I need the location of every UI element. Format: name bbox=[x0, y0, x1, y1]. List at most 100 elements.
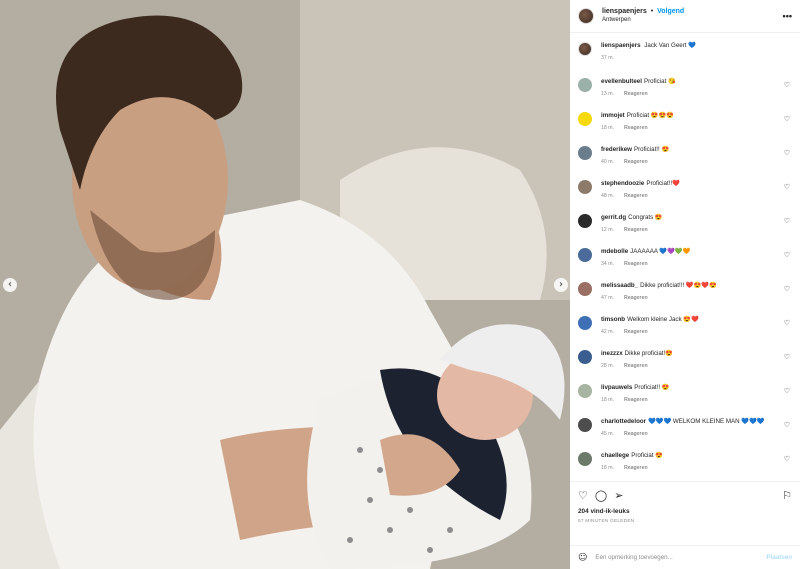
comment-like-heart-icon[interactable]: ♡ bbox=[784, 387, 790, 395]
commenter-avatar[interactable] bbox=[578, 452, 592, 466]
post-caption: lienspaenjers Jack Van Geert 💙 37 m. bbox=[578, 41, 792, 77]
commenter-username[interactable]: immojet bbox=[601, 112, 625, 119]
commenter-avatar[interactable] bbox=[578, 418, 592, 432]
commenter-avatar[interactable] bbox=[578, 214, 592, 228]
comment-text: Proficiat 😍 bbox=[631, 452, 663, 459]
previous-post-button[interactable]: ‹ bbox=[3, 278, 17, 292]
next-post-button[interactable]: › bbox=[554, 278, 568, 292]
likes-count[interactable]: 204 vind-ik-leuks bbox=[578, 508, 792, 515]
commenter-avatar[interactable] bbox=[578, 180, 592, 194]
comment-text: 💙💙💙 WELKOM KLEINE MAN 💙💙💙 bbox=[648, 418, 765, 425]
comment-item: timsonb Welkom kleine Jack 😍❤️ 42 m. Reager… bbox=[578, 315, 792, 349]
commenter-username[interactable]: timsonb bbox=[601, 316, 625, 323]
reply-button[interactable]: Reageren bbox=[624, 329, 648, 335]
comment-input[interactable] bbox=[595, 554, 767, 561]
comment-item: stephendoozie Proficiat!!❤️ 48 m. Reageren ♡ bbox=[578, 179, 792, 213]
reply-button[interactable]: Reageren bbox=[624, 193, 648, 199]
comment-like-heart-icon[interactable]: ♡ bbox=[784, 149, 790, 157]
commenter-avatar[interactable] bbox=[578, 248, 592, 262]
comment-item: livpauwels Proficiat!! 😍 18 m. Reageren ♡ bbox=[578, 383, 792, 417]
heart-icon[interactable]: ♡ bbox=[578, 489, 588, 502]
comment-text: Proficiat!! 😍 bbox=[634, 384, 670, 391]
post-side-panel: lienspaenjers • Volgend Antwerpen ••• li… bbox=[570, 0, 800, 569]
post-actions: ♡ ◯ ➢ ⚐ 204 vind-ik-leuks 57 MINUTEN GEL… bbox=[570, 481, 800, 545]
commenter-username[interactable]: evellenbulteel bbox=[601, 78, 642, 85]
post-time[interactable]: 57 MINUTEN GELEDEN bbox=[578, 519, 792, 524]
comment-text: Proficiat 😍😍😍 bbox=[626, 112, 674, 119]
reply-button[interactable]: Reageren bbox=[624, 261, 648, 267]
comment-time: 40 m. bbox=[601, 159, 614, 165]
post-location[interactable]: Antwerpen bbox=[602, 16, 783, 25]
comment-like-heart-icon[interactable]: ♡ bbox=[784, 217, 790, 225]
caption-text: Jack Van Geert 💙 bbox=[644, 42, 696, 49]
comment-text: Proficiat!! 😍 bbox=[633, 146, 670, 153]
comment-item: frederikew Proficiat!! 😍 40 m. Reageren ♡ bbox=[578, 145, 792, 179]
emoji-icon[interactable]: ☺ bbox=[578, 553, 587, 563]
commenter-username[interactable]: livpauwels bbox=[601, 384, 632, 391]
comment-like-heart-icon[interactable]: ♡ bbox=[784, 353, 790, 361]
add-comment-bar: ☺ Plaatsen bbox=[570, 545, 800, 569]
comment-time: 18 m. bbox=[601, 465, 614, 471]
commenter-avatar[interactable] bbox=[578, 78, 592, 92]
following-button[interactable]: Volgend bbox=[657, 8, 684, 15]
reply-button[interactable]: Reageren bbox=[624, 465, 648, 471]
commenter-avatar[interactable] bbox=[578, 384, 592, 398]
comment-text: Dikke proficiat!!! ❤️😍❤️😍 bbox=[640, 282, 717, 289]
comment-like-heart-icon[interactable]: ♡ bbox=[784, 285, 790, 293]
commenter-username[interactable]: stephendoozie bbox=[601, 180, 644, 187]
comment-like-heart-icon[interactable]: ♡ bbox=[784, 115, 790, 123]
reply-button[interactable]: Reageren bbox=[624, 295, 648, 301]
reply-button[interactable]: Reageren bbox=[624, 227, 648, 233]
reply-button[interactable]: Reageren bbox=[624, 125, 648, 131]
comment-text: Congrats 😍 bbox=[628, 214, 663, 221]
comment-time: 48 m. bbox=[601, 193, 614, 199]
comment-like-heart-icon[interactable]: ♡ bbox=[784, 81, 790, 89]
comment-time: 47 m. bbox=[601, 295, 614, 301]
commenter-username[interactable]: mdebolle bbox=[601, 248, 628, 255]
comments-list[interactable]: lienspaenjers Jack Van Geert 💙 37 m. eve… bbox=[570, 33, 800, 481]
caption-time: 37 m. bbox=[601, 55, 614, 61]
comment-item: melissaadb_ Dikke proficiat!!! ❤️😍❤️😍 47 m… bbox=[578, 281, 792, 315]
comment-like-heart-icon[interactable]: ♡ bbox=[784, 183, 790, 191]
comment-like-heart-icon[interactable]: ♡ bbox=[784, 455, 790, 463]
comment-items: evellenbulteel Proficiat 😘 13 m. Reageren ♡ i… bbox=[578, 77, 792, 481]
separator-dot: • bbox=[650, 8, 654, 15]
comment-text: JAAAAAA 💙💜💚🧡 bbox=[630, 248, 691, 255]
comment-like-heart-icon[interactable]: ♡ bbox=[784, 421, 790, 429]
comment-time: 45 m. bbox=[601, 431, 614, 437]
post-header: lienspaenjers • Volgend Antwerpen ••• bbox=[570, 0, 800, 33]
comment-time: 28 m. bbox=[601, 363, 614, 369]
commenter-avatar[interactable] bbox=[578, 350, 592, 364]
post-comment-button[interactable]: Plaatsen bbox=[767, 554, 792, 561]
commenter-username[interactable]: melissaadb_ bbox=[601, 282, 638, 289]
more-icon[interactable]: ••• bbox=[783, 11, 792, 21]
caption-username[interactable]: lienspaenjers bbox=[601, 42, 641, 49]
comment-item: gerrit.dg Congrats 😍 12 m. Reageren ♡ bbox=[578, 213, 792, 247]
commenter-username[interactable]: gerrit.dg bbox=[601, 214, 626, 221]
comment-item: mdebolle JAAAAAA 💙💜💚🧡 34 m. Reageren ♡ bbox=[578, 247, 792, 281]
commenter-avatar[interactable] bbox=[578, 282, 592, 296]
reply-button[interactable]: Reageren bbox=[624, 397, 648, 403]
comment-like-heart-icon[interactable]: ♡ bbox=[784, 319, 790, 327]
comment-text: Proficiat!!❤️ bbox=[646, 180, 680, 187]
commenter-username[interactable]: charlottedeloor bbox=[601, 418, 646, 425]
commenter-avatar[interactable] bbox=[578, 316, 592, 330]
comment-time: 18 m. bbox=[601, 397, 614, 403]
author-avatar[interactable] bbox=[578, 8, 594, 24]
commenter-username[interactable]: chaellege bbox=[601, 452, 629, 459]
reply-button[interactable]: Reageren bbox=[624, 91, 648, 97]
reply-button[interactable]: Reageren bbox=[624, 159, 648, 165]
commenter-avatar[interactable] bbox=[578, 146, 592, 160]
comment-like-heart-icon[interactable]: ♡ bbox=[784, 251, 790, 259]
commenter-username[interactable]: inezzzx bbox=[601, 350, 623, 357]
author-username[interactable]: lienspaenjers bbox=[602, 8, 647, 15]
bookmark-icon[interactable]: ⚐ bbox=[782, 489, 792, 502]
reply-button[interactable]: Reageren bbox=[624, 363, 648, 369]
comment-text: Dikke proficiat!😍 bbox=[624, 350, 673, 357]
reply-button[interactable]: Reageren bbox=[624, 431, 648, 437]
commenter-avatar[interactable] bbox=[578, 112, 592, 126]
comment-icon[interactable]: ◯ bbox=[595, 489, 607, 502]
commenter-username[interactable]: frederikew bbox=[601, 146, 632, 153]
share-icon[interactable]: ➢ bbox=[614, 489, 623, 502]
caption-avatar[interactable] bbox=[578, 42, 592, 56]
